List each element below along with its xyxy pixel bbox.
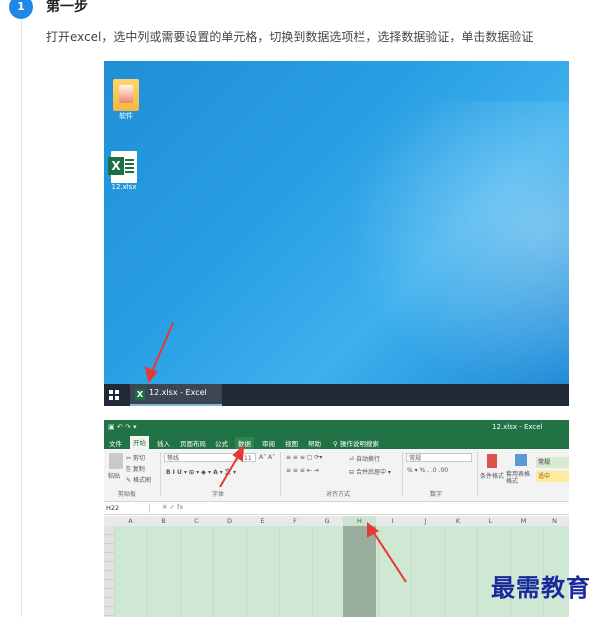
arrow-to-data-tab-head: [232, 444, 245, 462]
arrow-to-taskbar-head: [144, 366, 158, 384]
watermark-logo: 最需教育: [491, 573, 591, 602]
arrow-to-column-h: [371, 529, 407, 583]
arrow-to-data-tab: [219, 452, 241, 488]
annotation-arrows: [144, 322, 407, 583]
arrow-to-taskbar: [150, 322, 174, 375]
